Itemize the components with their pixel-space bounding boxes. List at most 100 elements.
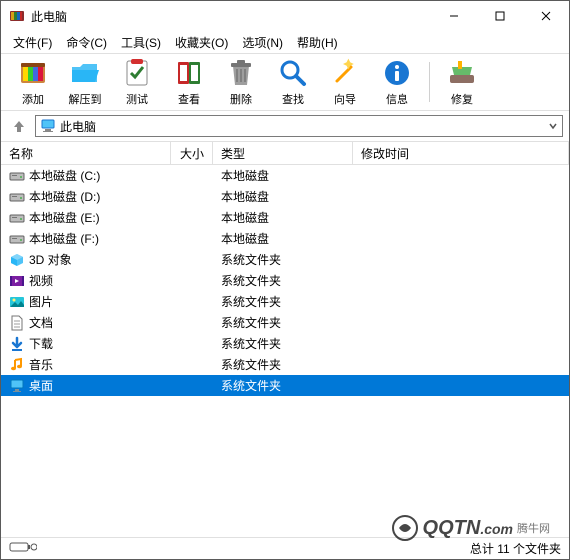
folder-open-icon [69, 57, 101, 89]
list-item[interactable]: 视频系统文件夹 [1, 270, 569, 291]
list-item[interactable]: 下载系统文件夹 [1, 333, 569, 354]
status-left [9, 541, 37, 556]
item-name: 本地磁盘 (D:) [29, 188, 100, 205]
item-size [171, 217, 213, 219]
item-date [353, 238, 569, 240]
status-summary: 总计 11 个文件夹 [470, 540, 561, 557]
item-date [353, 196, 569, 198]
info-label: 信息 [386, 91, 408, 107]
list-item[interactable]: 桌面系统文件夹 [1, 375, 569, 396]
item-type: 系统文件夹 [213, 313, 353, 332]
item-name: 音乐 [29, 356, 53, 373]
item-date [353, 385, 569, 387]
window-title: 此电脑 [31, 8, 67, 25]
toolbar: 添加 解压到 测试 查看 删除 查找 向导 信息 [1, 53, 569, 111]
item-name: 视频 [29, 272, 53, 289]
header-size[interactable]: 大小 [171, 142, 213, 164]
up-arrow-icon [12, 119, 26, 133]
maximize-button[interactable] [477, 1, 523, 31]
item-size [171, 364, 213, 366]
repair-button[interactable]: 修复 [438, 56, 486, 108]
app-window: 此电脑 文件(F) 命令(C) 工具(S) 收藏夹(O) 选项(N) 帮助(H)… [0, 0, 570, 560]
item-date [353, 280, 569, 282]
view-button[interactable]: 查看 [165, 56, 213, 108]
item-date [353, 175, 569, 177]
menu-options[interactable]: 选项(N) [236, 32, 289, 53]
info-button[interactable]: 信息 [373, 56, 421, 108]
3d-icon [9, 252, 25, 268]
delete-button[interactable]: 删除 [217, 56, 265, 108]
test-label: 测试 [126, 91, 148, 107]
menu-bar: 文件(F) 命令(C) 工具(S) 收藏夹(O) 选项(N) 帮助(H) [1, 31, 569, 53]
header-date[interactable]: 修改时间 [353, 142, 569, 164]
item-size [171, 385, 213, 387]
item-size [171, 322, 213, 324]
add-button[interactable]: 添加 [9, 56, 57, 108]
menu-favorites[interactable]: 收藏夹(O) [169, 32, 234, 53]
minimize-button[interactable] [431, 1, 477, 31]
find-label: 查找 [282, 91, 304, 107]
book-icon [173, 57, 205, 89]
close-button[interactable] [523, 1, 569, 31]
view-label: 查看 [178, 91, 200, 107]
item-type: 系统文件夹 [213, 250, 353, 269]
archive-icon [17, 57, 49, 89]
menu-help[interactable]: 帮助(H) [291, 32, 344, 53]
list-item[interactable]: 本地磁盘 (D:) 本地磁盘 [1, 186, 569, 207]
wizard-button[interactable]: 向导 [321, 56, 369, 108]
item-type: 本地磁盘 [213, 166, 353, 185]
item-size [171, 301, 213, 303]
menu-command[interactable]: 命令(C) [60, 32, 113, 53]
wand-icon [329, 57, 361, 89]
video-icon [9, 273, 25, 289]
list-item[interactable]: 3D 对象 系统文件夹 [1, 249, 569, 270]
item-name: 文档 [29, 314, 53, 331]
find-button[interactable]: 查找 [269, 56, 317, 108]
list-item[interactable]: 本地磁盘 (E:) 本地磁盘 [1, 207, 569, 228]
desktop-icon [9, 378, 25, 394]
item-name: 图片 [29, 293, 53, 310]
header-name[interactable]: 名称 [1, 142, 171, 164]
list-item[interactable]: 本地磁盘 (C:) 本地磁盘 [1, 165, 569, 186]
item-name: 本地磁盘 (E:) [29, 209, 100, 226]
test-button[interactable]: 测试 [113, 56, 161, 108]
item-date [353, 343, 569, 345]
file-list[interactable]: 本地磁盘 (C:)本地磁盘本地磁盘 (D:)本地磁盘本地磁盘 (E:)本地磁盘本… [1, 165, 569, 537]
list-item[interactable]: 文档 系统文件夹 [1, 312, 569, 333]
trash-icon [225, 57, 257, 89]
menu-file[interactable]: 文件(F) [7, 32, 58, 53]
list-item[interactable]: 图片 系统文件夹 [1, 291, 569, 312]
extract-button[interactable]: 解压到 [61, 56, 109, 108]
item-size [171, 259, 213, 261]
item-date [353, 217, 569, 219]
list-item[interactable]: 音乐系统文件夹 [1, 354, 569, 375]
item-name: 3D 对象 [29, 251, 72, 268]
music-icon [9, 357, 25, 373]
item-size [171, 175, 213, 177]
item-type: 本地磁盘 [213, 187, 353, 206]
item-name: 下载 [29, 335, 53, 352]
menu-tools[interactable]: 工具(S) [115, 32, 167, 53]
drive-icon [9, 210, 25, 226]
info-icon [381, 57, 413, 89]
item-date [353, 322, 569, 324]
address-dropdown[interactable] [544, 116, 562, 136]
list-item[interactable]: 本地磁盘 (F:)本地磁盘 [1, 228, 569, 249]
item-date [353, 364, 569, 366]
repair-label: 修复 [451, 91, 473, 107]
item-type: 本地磁盘 [213, 208, 353, 227]
add-label: 添加 [22, 91, 44, 107]
item-date [353, 259, 569, 261]
delete-label: 删除 [230, 91, 252, 107]
battery-icon [9, 541, 37, 553]
download-icon [9, 336, 25, 352]
item-type: 系统文件夹 [213, 292, 353, 311]
item-name: 本地磁盘 (C:) [29, 167, 100, 184]
address-row: 此电脑 [1, 111, 569, 141]
item-type: 本地磁盘 [213, 229, 353, 248]
header-type[interactable]: 类型 [213, 142, 353, 164]
document-icon [9, 315, 25, 331]
drive-icon [9, 168, 25, 184]
up-button[interactable] [7, 114, 31, 138]
address-bar[interactable]: 此电脑 [35, 115, 563, 137]
